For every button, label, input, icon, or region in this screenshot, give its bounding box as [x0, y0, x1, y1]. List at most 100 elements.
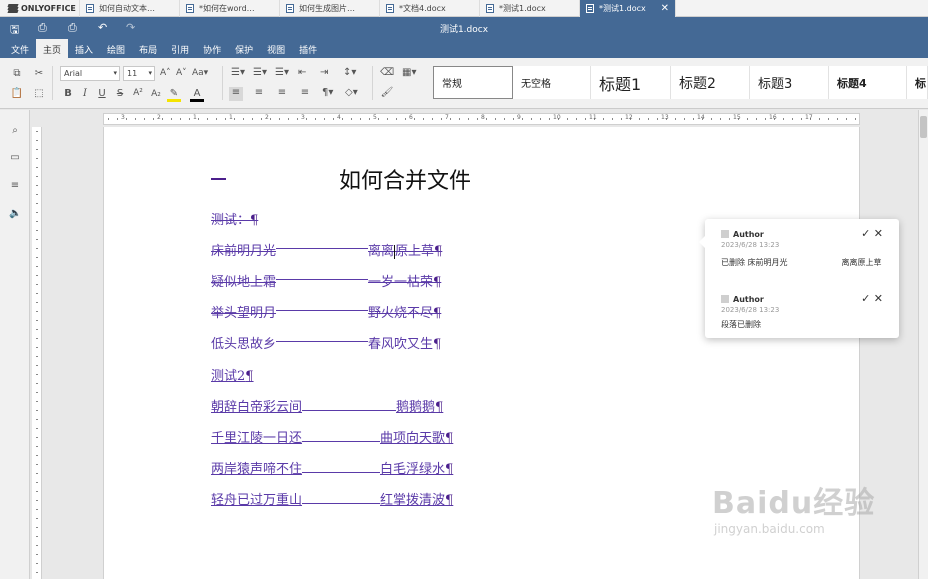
ruler-tick: [36, 518, 38, 519]
highlight-icon[interactable]: ✎: [167, 88, 181, 102]
doc-line[interactable]: 测试：¶: [211, 209, 258, 228]
doc-tab-4[interactable]: *文档4.docx: [380, 0, 480, 17]
copy-icon[interactable]: ⧉: [10, 68, 24, 82]
tab-insert[interactable]: 插入: [68, 39, 100, 58]
style-no-spacing[interactable]: 无空格: [513, 66, 591, 99]
doc-line[interactable]: 两岸猿声啼不住 白毛浮绿水¶: [211, 458, 453, 477]
font-size-select[interactable]: 11 ▾: [123, 66, 155, 81]
tab-plugins[interactable]: 插件: [292, 39, 324, 58]
underline-icon[interactable]: U: [95, 88, 109, 102]
tab-references[interactable]: 引用: [164, 39, 196, 58]
paragraph-mark: ¶: [445, 431, 454, 446]
ruler-tick: [333, 118, 334, 120]
ruler-tick: [36, 257, 38, 258]
ruler-tick: [387, 118, 388, 120]
increase-font-icon[interactable]: A˄: [160, 67, 171, 79]
doc-tab-2[interactable]: *如何在word…: [180, 0, 280, 17]
reject-icon[interactable]: ✕: [874, 292, 883, 305]
color-scheme-icon[interactable]: ▦▾: [402, 67, 416, 79]
feedback-icon[interactable]: 🔈: [9, 208, 21, 220]
doc-tab-5[interactable]: *测试1.docx: [480, 0, 580, 17]
font-name-select[interactable]: Arial ▾: [60, 66, 120, 81]
accept-icon[interactable]: ✓: [861, 292, 870, 305]
subscript-icon[interactable]: A₂: [149, 88, 163, 102]
vertical-scrollbar[interactable]: [918, 110, 928, 579]
doc-line[interactable]: 举头望明月 野火烧不尽¶: [211, 302, 441, 321]
tab-file[interactable]: 文件: [4, 39, 36, 58]
document-icon: [586, 4, 594, 13]
style-heading3[interactable]: 标题3: [750, 66, 829, 99]
style-normal[interactable]: 常规: [433, 66, 513, 99]
align-left-icon[interactable]: ≡: [229, 87, 243, 101]
tab-home[interactable]: 主页: [36, 39, 69, 58]
close-tab-icon[interactable]: ✕: [661, 3, 669, 14]
select-all-icon[interactable]: ⬚: [32, 88, 46, 102]
font-color-icon[interactable]: A: [190, 88, 204, 102]
vertical-ruler[interactable]: [32, 127, 42, 579]
search-icon[interactable]: ⌕: [9, 125, 21, 137]
horizontal-ruler[interactable]: 3 2 1 1 2 3 4 5 6 7 8 9 10 11 12 13 14 15 16 17: [103, 113, 860, 125]
italic-icon[interactable]: I: [78, 88, 92, 102]
copy-style-icon[interactable]: 🖌: [380, 87, 394, 101]
tab-gap: [302, 433, 381, 442]
doc-line[interactable]: 测试2¶: [211, 365, 254, 384]
paste-icon[interactable]: 📋: [10, 88, 24, 102]
doc-tab-3[interactable]: 如何生成图片…: [280, 0, 380, 17]
tab-protection[interactable]: 保护: [228, 39, 260, 58]
doc-line[interactable]: 床前明月光 离离原上草¶: [211, 240, 442, 259]
decrease-font-icon[interactable]: A˅: [176, 67, 187, 79]
numbering-icon[interactable]: ☰▾: [253, 67, 267, 79]
doc-tab-active[interactable]: *测试1.docx ✕: [580, 0, 676, 17]
bold-icon[interactable]: B: [61, 88, 75, 102]
ruler-number: 3: [301, 114, 305, 121]
tab-view[interactable]: 视图: [260, 39, 292, 58]
tab-collaboration[interactable]: 协作: [196, 39, 228, 58]
ruler-tick: [459, 118, 460, 120]
style-heading4[interactable]: 标题4: [829, 66, 907, 99]
ruler-tick: [189, 118, 190, 120]
change-date: 2023/6/28 13:23: [721, 241, 780, 249]
doc-line[interactable]: 千里江陵一日还 曲项向天歌¶: [211, 427, 453, 446]
left-panel: ⌕ ▭ ≡ 🔈: [0, 110, 30, 579]
accept-icon[interactable]: ✓: [861, 227, 870, 240]
comments-icon[interactable]: ▭: [9, 152, 21, 164]
shading-icon[interactable]: ◇▾: [345, 87, 358, 99]
style-heading2[interactable]: 标题2: [671, 66, 750, 99]
ruler-number: 1: [193, 114, 197, 121]
multilevel-list-icon[interactable]: ☰▾: [275, 67, 289, 79]
doc-line[interactable]: 低头思故乡 春风吹又生¶: [211, 333, 441, 352]
nonprinting-chars-icon[interactable]: ¶▾: [322, 87, 333, 99]
tab-draw[interactable]: 绘图: [100, 39, 132, 58]
change-text-tail: 离离原上草: [841, 258, 882, 267]
doc-line[interactable]: 轻舟已过万重山 红掌拨清波¶: [211, 489, 453, 508]
doc-tab-1[interactable]: 如何自动文本…: [80, 0, 180, 17]
doc-line[interactable]: 朝辞白帝彩云间 鹅鹅鹅¶: [211, 396, 443, 415]
change-case-icon[interactable]: Aa▾: [192, 67, 208, 79]
paragraph-mark: ¶: [433, 337, 442, 352]
bullets-icon[interactable]: ☰▾: [231, 67, 245, 79]
clear-style-icon[interactable]: ⌫: [380, 67, 394, 81]
ruler-tick: [801, 118, 802, 120]
decrease-indent-icon[interactable]: ⇤: [298, 67, 306, 79]
reject-icon[interactable]: ✕: [874, 227, 883, 240]
style-heading5[interactable]: 标: [907, 66, 928, 99]
strikethrough-icon[interactable]: S: [113, 88, 127, 102]
scrollbar-thumb[interactable]: [920, 116, 927, 138]
superscript-icon[interactable]: A²: [131, 87, 145, 101]
change-author: Author: [733, 295, 764, 304]
paragraph-mark: ¶: [245, 369, 254, 384]
ruler-tick: [36, 302, 38, 303]
onlyoffice-logo[interactable]: ONLYOFFICE: [0, 0, 80, 17]
navigation-icon[interactable]: ≡: [9, 180, 21, 192]
increase-indent-icon[interactable]: ⇥: [320, 67, 328, 79]
cut-icon[interactable]: ✂: [32, 68, 46, 82]
ruler-tick: [36, 194, 38, 195]
line-spacing-icon[interactable]: ↕▾: [343, 67, 356, 79]
align-right-icon[interactable]: ≡: [275, 87, 289, 101]
align-center-icon[interactable]: ≡: [252, 87, 266, 101]
justify-icon[interactable]: ≡: [298, 87, 312, 101]
tab-layout[interactable]: 布局: [132, 39, 164, 58]
style-heading1[interactable]: 标题1: [591, 66, 671, 99]
doc-line[interactable]: 疑似地上霜 一岁一枯荣¶: [211, 271, 441, 290]
ruler-tick: [36, 167, 38, 168]
